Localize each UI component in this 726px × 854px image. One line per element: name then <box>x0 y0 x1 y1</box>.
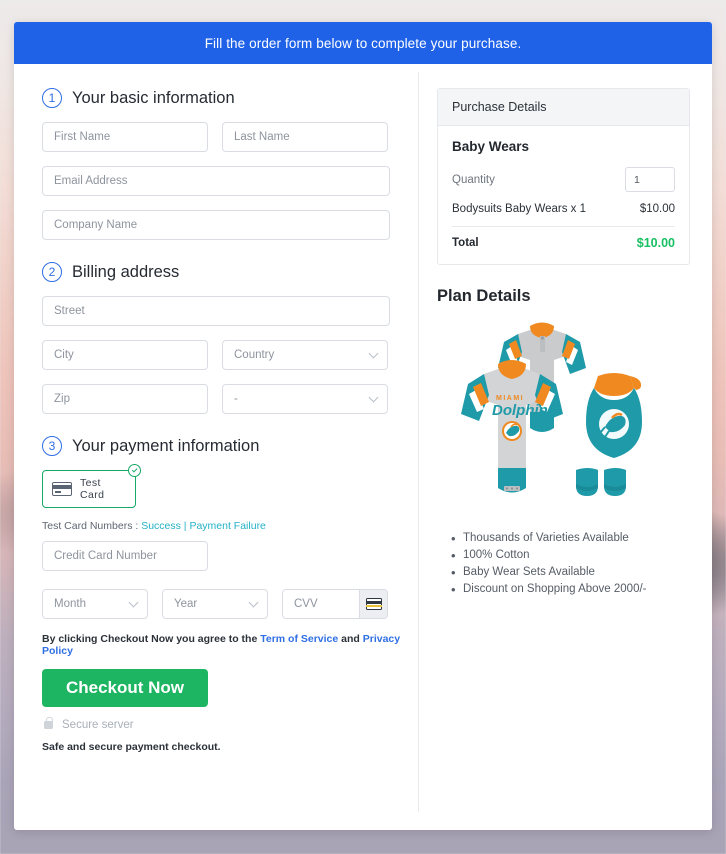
product-title: Baby Wears <box>452 139 530 154</box>
plan-details-heading: Plan Details <box>437 287 531 305</box>
company-row: Company Name <box>42 210 402 240</box>
agreement-middle: and <box>338 633 363 645</box>
state-select-value: - <box>234 393 238 405</box>
company-name-input[interactable]: Company Name <box>42 210 390 240</box>
year-select[interactable]: Year <box>162 589 268 619</box>
secure-server-note: Secure server <box>44 717 402 731</box>
street-input[interactable]: Street <box>42 296 390 326</box>
svg-text:Dolphins: Dolphins <box>492 402 556 419</box>
step-heading-payment-information: 3 Your payment information <box>42 436 402 456</box>
success-card-link[interactable]: Success <box>141 520 181 532</box>
year-select-value: Year <box>174 598 198 610</box>
city-country-row: City Country <box>42 340 402 370</box>
check-circle-icon <box>128 464 141 477</box>
step-heading-basic-information: 1 Your basic information <box>42 88 402 108</box>
card-body: 1 Your basic information First Name Last… <box>14 64 712 830</box>
list-item: Discount on Shopping Above 2000/- <box>451 582 690 597</box>
svg-text:MIAMI: MIAMI <box>496 395 524 402</box>
list-item: 100% Cotton <box>451 548 690 563</box>
agreement-text: By clicking Checkout Now you agree to th… <box>42 633 402 657</box>
line-item-row: Bodysuits Baby Wears x 1 $10.00 <box>452 203 675 215</box>
email-input[interactable]: Email Address <box>42 166 390 196</box>
secure-server-label: Secure server <box>62 719 134 731</box>
step-title-2: Billing address <box>72 262 180 281</box>
test-card-label: Test Card <box>80 477 105 501</box>
line-item-price: $10.00 <box>639 203 675 215</box>
test-card-numbers-line: Test Card Numbers : Success | Payment Fa… <box>42 520 402 532</box>
total-row: Total $10.00 <box>452 236 675 250</box>
plan-features-list: Thousands of Varieties Available 100% Co… <box>451 531 690 597</box>
step-number-3: 3 <box>42 436 62 456</box>
street-row: Street <box>42 296 402 326</box>
checkout-now-button[interactable]: Checkout Now <box>42 669 208 707</box>
chevron-down-icon <box>368 348 379 359</box>
total-divider <box>452 226 675 227</box>
product-image: MIAMI Dolphins <box>461 322 642 496</box>
total-label: Total <box>452 237 479 249</box>
step-number-2: 2 <box>42 262 62 282</box>
state-select[interactable]: - <box>222 384 388 414</box>
order-summary: Purchase Details Baby Wears Quantity 1 B… <box>419 64 712 830</box>
agreement-prefix: By clicking Checkout Now you agree to th… <box>42 633 261 645</box>
terms-of-service-link[interactable]: Term of Service <box>260 633 338 645</box>
cvv-input-group[interactable]: CVV <box>282 589 388 619</box>
list-item: Baby Wear Sets Available <box>451 565 690 580</box>
safe-checkout-note: Safe and secure payment checkout. <box>42 741 221 753</box>
quantity-label: Quantity <box>452 173 495 186</box>
cvv-help-icon[interactable] <box>359 590 387 618</box>
zip-state-row: Zip - <box>42 384 402 414</box>
email-row: Email Address <box>42 166 402 196</box>
total-value: $10.00 <box>636 236 675 250</box>
order-form: 1 Your basic information First Name Last… <box>14 64 418 830</box>
chevron-down-icon <box>128 597 139 608</box>
expiry-cvv-row: Month Year CVV <box>42 589 402 619</box>
card-number-row: Credit Card Number <box>42 541 402 571</box>
chevron-down-icon <box>248 597 259 608</box>
country-select[interactable]: Country <box>222 340 388 370</box>
last-name-input[interactable]: Last Name <box>222 122 388 152</box>
month-select-value: Month <box>54 598 86 610</box>
page-banner: Fill the order form below to complete yo… <box>14 22 712 64</box>
step-title-1: Your basic information <box>72 88 235 107</box>
credit-card-icon <box>52 482 72 496</box>
chevron-down-icon <box>368 392 379 403</box>
credit-card-number-input[interactable]: Credit Card Number <box>42 541 208 571</box>
quantity-row: Quantity 1 <box>452 167 675 192</box>
banner-text: Fill the order form below to complete yo… <box>204 35 522 51</box>
line-item-name: Bodysuits Baby Wears x 1 <box>452 203 587 215</box>
purchase-details-box: Purchase Details Baby Wears Quantity 1 B… <box>437 88 690 265</box>
step-number-1: 1 <box>42 88 62 108</box>
test-card-option-wrapper: Test Card <box>42 464 141 508</box>
checkout-card: Fill the order form below to complete yo… <box>14 22 712 830</box>
test-card-option[interactable]: Test Card <box>42 470 136 508</box>
step-heading-billing-address: 2 Billing address <box>42 262 402 282</box>
name-row: First Name Last Name <box>42 122 402 152</box>
step-title-3: Your payment information <box>72 436 260 455</box>
payment-failure-card-link[interactable]: Payment Failure <box>189 520 265 532</box>
month-select[interactable]: Month <box>42 589 148 619</box>
purchase-details-body: Baby Wears Quantity 1 Bodysuits Baby Wea… <box>438 126 689 264</box>
card-back-icon <box>365 598 382 610</box>
country-select-value: Country <box>234 349 275 361</box>
city-input[interactable]: City <box>42 340 208 370</box>
quantity-input[interactable]: 1 <box>625 167 675 192</box>
purchase-details-heading: Purchase Details <box>438 89 689 126</box>
lock-icon <box>44 717 54 729</box>
test-card-numbers-label: Test Card Numbers : <box>42 520 142 532</box>
zip-input[interactable]: Zip <box>42 384 208 414</box>
cvv-input[interactable]: CVV <box>283 598 359 610</box>
first-name-input[interactable]: First Name <box>42 122 208 152</box>
list-item: Thousands of Varieties Available <box>451 531 690 546</box>
